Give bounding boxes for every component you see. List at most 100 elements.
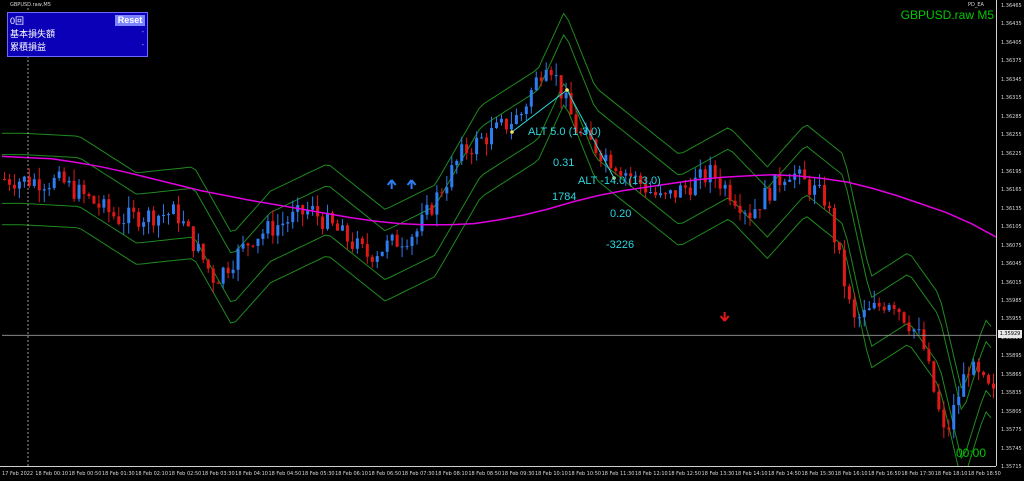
candle-body — [972, 361, 976, 375]
candle-body — [435, 192, 439, 215]
candle-body — [142, 222, 146, 227]
candle-body — [728, 184, 732, 201]
price-chart[interactable] — [2, 8, 996, 466]
trendline-point — [565, 88, 569, 92]
candle-body — [246, 243, 250, 246]
time-tick-label: 18 Feb 05:30 — [301, 471, 335, 477]
candle-body — [281, 223, 285, 226]
candle-body — [529, 90, 533, 107]
candle-body — [862, 310, 866, 318]
candle-body — [828, 205, 832, 208]
candle-body — [713, 165, 717, 179]
candle-body — [937, 391, 941, 410]
candle-body — [186, 221, 190, 227]
candle-body — [365, 243, 369, 257]
candle-body — [987, 375, 991, 384]
candle-body — [892, 305, 896, 309]
candle-body — [614, 168, 618, 172]
candle-body — [480, 137, 484, 139]
time-tick-label: 18 Feb 14:10 — [734, 471, 768, 477]
candle-body — [266, 221, 270, 234]
candle-body — [415, 231, 419, 237]
time-tick-label: 18 Feb 18:50 — [968, 471, 1001, 477]
candle-body — [241, 243, 245, 249]
candle-body — [818, 184, 822, 186]
candle-body — [17, 181, 21, 189]
candle-body — [152, 210, 156, 226]
candle-body — [286, 222, 290, 224]
time-tick-label: 18 Feb 16:50 — [868, 471, 901, 477]
candle-body — [191, 226, 195, 252]
candle-body — [897, 308, 901, 313]
candle-body — [122, 223, 126, 225]
time-tick-label: 18 Feb 09:30 — [501, 471, 535, 477]
candle-body — [485, 137, 489, 145]
candle-body — [67, 180, 71, 183]
time-tick-label: 18 Feb 00:50 — [68, 471, 102, 477]
candle-body — [465, 144, 469, 153]
candle-body — [62, 171, 66, 183]
candle-body — [450, 165, 454, 188]
candle-body — [360, 238, 364, 244]
candle-body — [927, 348, 931, 362]
candle-body — [117, 216, 121, 225]
candle-body — [912, 329, 916, 332]
candle-body — [291, 211, 295, 223]
candle-body — [201, 243, 205, 260]
candle-body — [977, 361, 981, 372]
candle-body — [564, 93, 568, 99]
candle-body — [534, 77, 538, 91]
candle-body — [137, 211, 141, 227]
candle-body — [400, 246, 404, 248]
candle-body — [82, 184, 86, 195]
candle-body — [132, 207, 136, 212]
time-tick-label: 18 Feb 16:10 — [834, 471, 868, 477]
price-tick-label: 1.36405 — [1001, 39, 1022, 46]
candle-body — [813, 185, 817, 195]
ea-panel: 0回 Reset 基本損失額 - 累積損益 - — [7, 12, 148, 57]
candle-body — [748, 212, 752, 219]
time-tick-label: 18 Feb 03:30 — [201, 471, 235, 477]
candle-body — [917, 329, 921, 331]
reset-button[interactable]: Reset — [115, 15, 145, 26]
candle-body — [176, 204, 180, 224]
candle-body — [405, 246, 409, 248]
time-tick-label: 18 Feb 12:50 — [668, 471, 702, 477]
candle-body — [773, 174, 777, 201]
time-tick-label: 18 Feb 02:10 — [135, 471, 169, 477]
candle-body — [196, 243, 200, 252]
candle-body — [539, 77, 543, 81]
candle-body — [907, 322, 911, 332]
candle-body — [12, 184, 16, 189]
candle-body — [127, 207, 131, 224]
candle-body — [57, 171, 61, 178]
time-tick-label: 18 Feb 06:10 — [335, 471, 368, 477]
price-tick-label: 1.36195 — [1001, 168, 1022, 175]
trade-count: 0回 — [10, 16, 25, 26]
candle-body — [340, 225, 344, 231]
price-tick-label: 1.35985 — [1001, 298, 1022, 305]
candle-body — [763, 188, 767, 210]
candle-body — [37, 179, 41, 191]
candle-body — [147, 210, 151, 223]
candle-body — [77, 184, 81, 199]
chart-window[interactable]: GBPUSD.raw,M5 PD_EA GBPUSD.raw M5 00:00 … — [0, 0, 1024, 480]
price-tick-label: 1.35895 — [1001, 353, 1022, 360]
current-price-label: 1.35929 — [998, 330, 1022, 338]
price-tick-label: 1.35715 — [1001, 464, 1022, 470]
candle-body — [952, 405, 956, 430]
candle-body — [499, 118, 503, 123]
candle-body — [385, 240, 389, 252]
candle-body — [867, 308, 871, 311]
candle-body — [877, 302, 881, 307]
candle-body — [490, 128, 494, 145]
candle-body — [271, 221, 275, 236]
candle-body — [206, 259, 210, 269]
time-tick-label: 18 Feb 13:30 — [701, 471, 735, 477]
base-loss-value: - — [141, 29, 144, 36]
price-tick-label: 1.35775 — [1001, 427, 1022, 434]
candle-body — [321, 216, 325, 229]
price-tick-label: 1.36135 — [1001, 205, 1022, 212]
time-tick-label: 18 Feb 15:30 — [801, 471, 835, 477]
ratio-value: 0.31 — [553, 157, 575, 169]
